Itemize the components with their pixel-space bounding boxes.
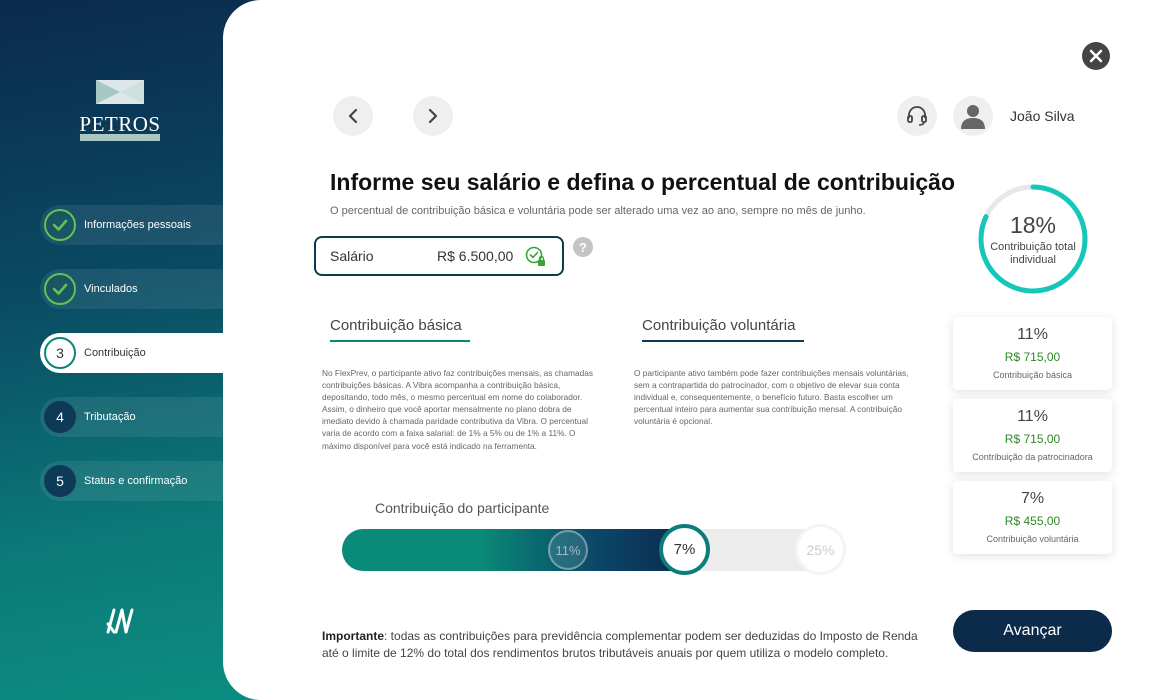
card-label: Contribuição voluntária — [986, 534, 1079, 544]
step-linked[interactable]: Vinculados — [40, 269, 224, 309]
tab-voluntary-contribution[interactable]: Contribuição voluntária — [642, 317, 804, 342]
close-button[interactable] — [1082, 42, 1110, 70]
salary-value[interactable]: R$ 6.500,00 — [437, 248, 513, 264]
step-taxation[interactable]: 4 Tributação — [40, 397, 224, 437]
step-number: 4 — [44, 401, 76, 433]
card-voluntary: 7% R$ 455,00 Contribuição voluntária — [953, 481, 1112, 554]
help-icon[interactable]: ? — [573, 237, 593, 257]
brand-mark-icon — [106, 608, 134, 634]
step-personal-info[interactable]: Informações pessoais — [40, 205, 224, 245]
step-label: Vinculados — [84, 283, 138, 295]
card-basic: 11% R$ 715,00 Contribuição básica — [953, 317, 1112, 390]
contribution-slider[interactable] — [342, 529, 844, 571]
verified-lock-icon — [525, 246, 545, 266]
user-avatar[interactable] — [953, 96, 993, 136]
total-label: Contribuição total individual — [990, 241, 1076, 266]
back-button[interactable] — [333, 96, 373, 136]
slider-label: Contribuição do participante — [375, 500, 550, 516]
card-amount: R$ 455,00 — [1004, 514, 1061, 528]
card-sponsor: 11% R$ 715,00 Contribuição da patrocinad… — [953, 399, 1112, 472]
main-panel: João Silva Informe seu salário e defina … — [223, 0, 1152, 700]
card-amount: R$ 715,00 — [1004, 350, 1061, 364]
basic-description: No FlexPrev, o participante ativo faz co… — [322, 368, 594, 451]
chevron-left-icon — [348, 108, 358, 124]
tab-basic-contribution[interactable]: Contribuição básica — [330, 317, 470, 342]
step-status-confirmation[interactable]: 5 Status e confirmação — [40, 461, 224, 501]
salary-label: Salário — [330, 248, 374, 264]
step-label: Status e confirmação — [84, 475, 188, 487]
important-text: : todas as contribuições para previdênci… — [322, 629, 918, 660]
user-icon — [961, 105, 985, 129]
page-subtitle: O percentual de contribuição básica e vo… — [330, 205, 866, 217]
total-percentage: 18% — [1009, 212, 1057, 238]
advance-button[interactable]: Avançar — [953, 610, 1112, 652]
step-label: Contribuição — [84, 347, 146, 359]
chevron-right-icon — [428, 108, 438, 124]
slider-max: 25% — [795, 524, 846, 575]
support-button[interactable] — [897, 96, 937, 136]
total-contribution-ring — [978, 184, 1088, 294]
basic-marker: 11% — [548, 530, 588, 570]
step-number: 5 — [44, 465, 76, 497]
card-label: Contribuição da patrocinadora — [972, 452, 1093, 462]
sidebar: PETROS Informações pessoais Vinculados 3… — [0, 0, 260, 700]
user-name[interactable]: João Silva — [1010, 108, 1075, 124]
logo-bar — [80, 134, 160, 141]
check-icon — [44, 209, 76, 241]
step-label: Informações pessoais — [84, 219, 191, 231]
page-title: Informe seu salário e defina o percentua… — [330, 169, 955, 195]
slider-fill — [342, 529, 684, 571]
step-contribution[interactable]: 3 Contribuição — [40, 333, 224, 373]
card-percentage: 11% — [1017, 326, 1048, 343]
headset-icon — [907, 106, 927, 126]
card-percentage: 7% — [1020, 490, 1045, 507]
important-label: Importante — [322, 629, 385, 643]
forward-button[interactable] — [413, 96, 453, 136]
step-label: Tributação — [84, 411, 136, 423]
check-icon — [44, 273, 76, 305]
close-icon — [1089, 49, 1103, 63]
salary-field[interactable]: Salário R$ 6.500,00 — [314, 236, 564, 276]
voluntary-description: O participante ativo também pode fazer c… — [634, 368, 909, 427]
step-number: 3 — [44, 337, 76, 369]
important-note: Importante: todas as contribuições para … — [322, 628, 932, 661]
slider-handle[interactable]: 7% — [659, 524, 710, 575]
card-percentage: 11% — [1017, 408, 1048, 425]
card-label: Contribuição básica — [992, 370, 1073, 380]
card-amount: R$ 715,00 — [1004, 432, 1061, 446]
